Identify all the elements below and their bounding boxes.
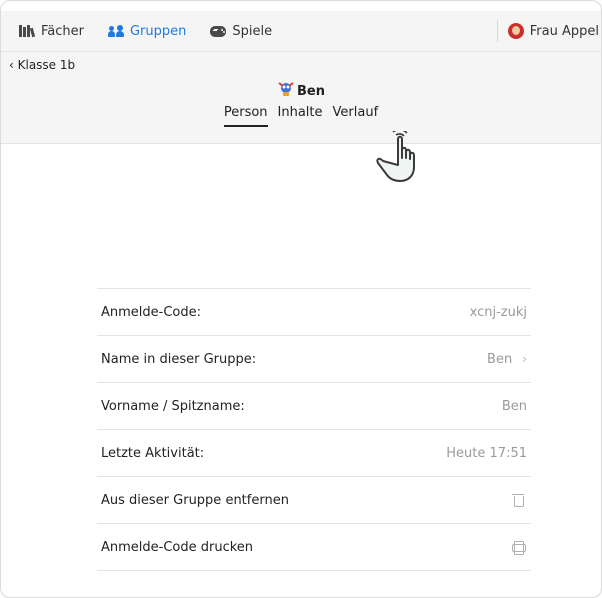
- row-value: Ben: [501, 398, 527, 414]
- student-name: Ben: [297, 84, 325, 99]
- tab-bar: Person Inhalte Verlauf: [1, 105, 601, 127]
- tab-person[interactable]: Person: [223, 105, 268, 127]
- list-item-last-activity: Letzte Aktivität: Heute 17:51: [97, 430, 531, 477]
- row-value: Heute 17:51: [446, 445, 527, 461]
- row-label: Vorname / Spitzname:: [101, 398, 245, 414]
- nav-item-gruppen[interactable]: Gruppen: [102, 24, 192, 39]
- user-name: Frau Appel: [529, 23, 599, 39]
- row-label: Aus dieser Gruppe entfernen: [101, 492, 289, 508]
- student-details-list: Anmelde-Code: xcnj-zukj Name in dieser G…: [97, 288, 531, 571]
- trash-icon: [511, 493, 525, 507]
- row-value: xcnj-zukj: [469, 304, 527, 320]
- tab-inhalte[interactable]: Inhalte: [278, 105, 323, 127]
- student-title: Ben: [1, 80, 601, 99]
- remove-from-group-button[interactable]: Aus dieser Gruppe entfernen: [97, 477, 531, 524]
- group-icon: [107, 25, 124, 37]
- app-window: Fächer Gruppen Spiele Frau Appel ‹ Klass…: [0, 0, 602, 598]
- avatar-icon: [507, 23, 524, 39]
- hand-pointer-icon: [376, 131, 415, 182]
- student-avatar-icon: [278, 82, 294, 96]
- row-label: Anmelde-Code drucken: [101, 539, 254, 555]
- top-navigation-bar: Fächer Gruppen Spiele Frau Appel: [1, 11, 601, 52]
- row-label: Letzte Aktivität:: [101, 445, 205, 461]
- list-item-group-name[interactable]: Name in dieser Gruppe: Ben ›: [97, 336, 531, 383]
- student-header: ‹ Klasse 1b Ben Person Inhalte Verlauf: [1, 52, 601, 144]
- row-label: Anmelde-Code:: [101, 304, 202, 320]
- back-link[interactable]: ‹ Klasse 1b: [9, 58, 75, 72]
- nav-item-gruppen-label: Gruppen: [129, 23, 187, 39]
- nav-item-faecher[interactable]: Fächer: [13, 24, 90, 39]
- tab-verlauf[interactable]: Verlauf: [333, 105, 379, 127]
- nav-item-spiele-label: Spiele: [232, 23, 273, 39]
- gamepad-icon: [210, 25, 227, 37]
- books-icon: [19, 25, 36, 38]
- nav-item-faecher-label: Fächer: [41, 23, 84, 39]
- chevron-right-icon: ›: [522, 352, 527, 366]
- printer-icon: [511, 540, 526, 555]
- print-login-code-button[interactable]: Anmelde-Code drucken: [97, 524, 531, 571]
- row-label: Name in dieser Gruppe:: [101, 351, 257, 367]
- nav-item-spiele[interactable]: Spiele: [204, 24, 278, 39]
- list-item-login-code: Anmelde-Code: xcnj-zukj: [97, 289, 531, 336]
- user-menu[interactable]: Frau Appel: [496, 20, 599, 42]
- row-value: Ben: [487, 351, 513, 367]
- list-item-first-name: Vorname / Spitzname: Ben: [97, 383, 531, 430]
